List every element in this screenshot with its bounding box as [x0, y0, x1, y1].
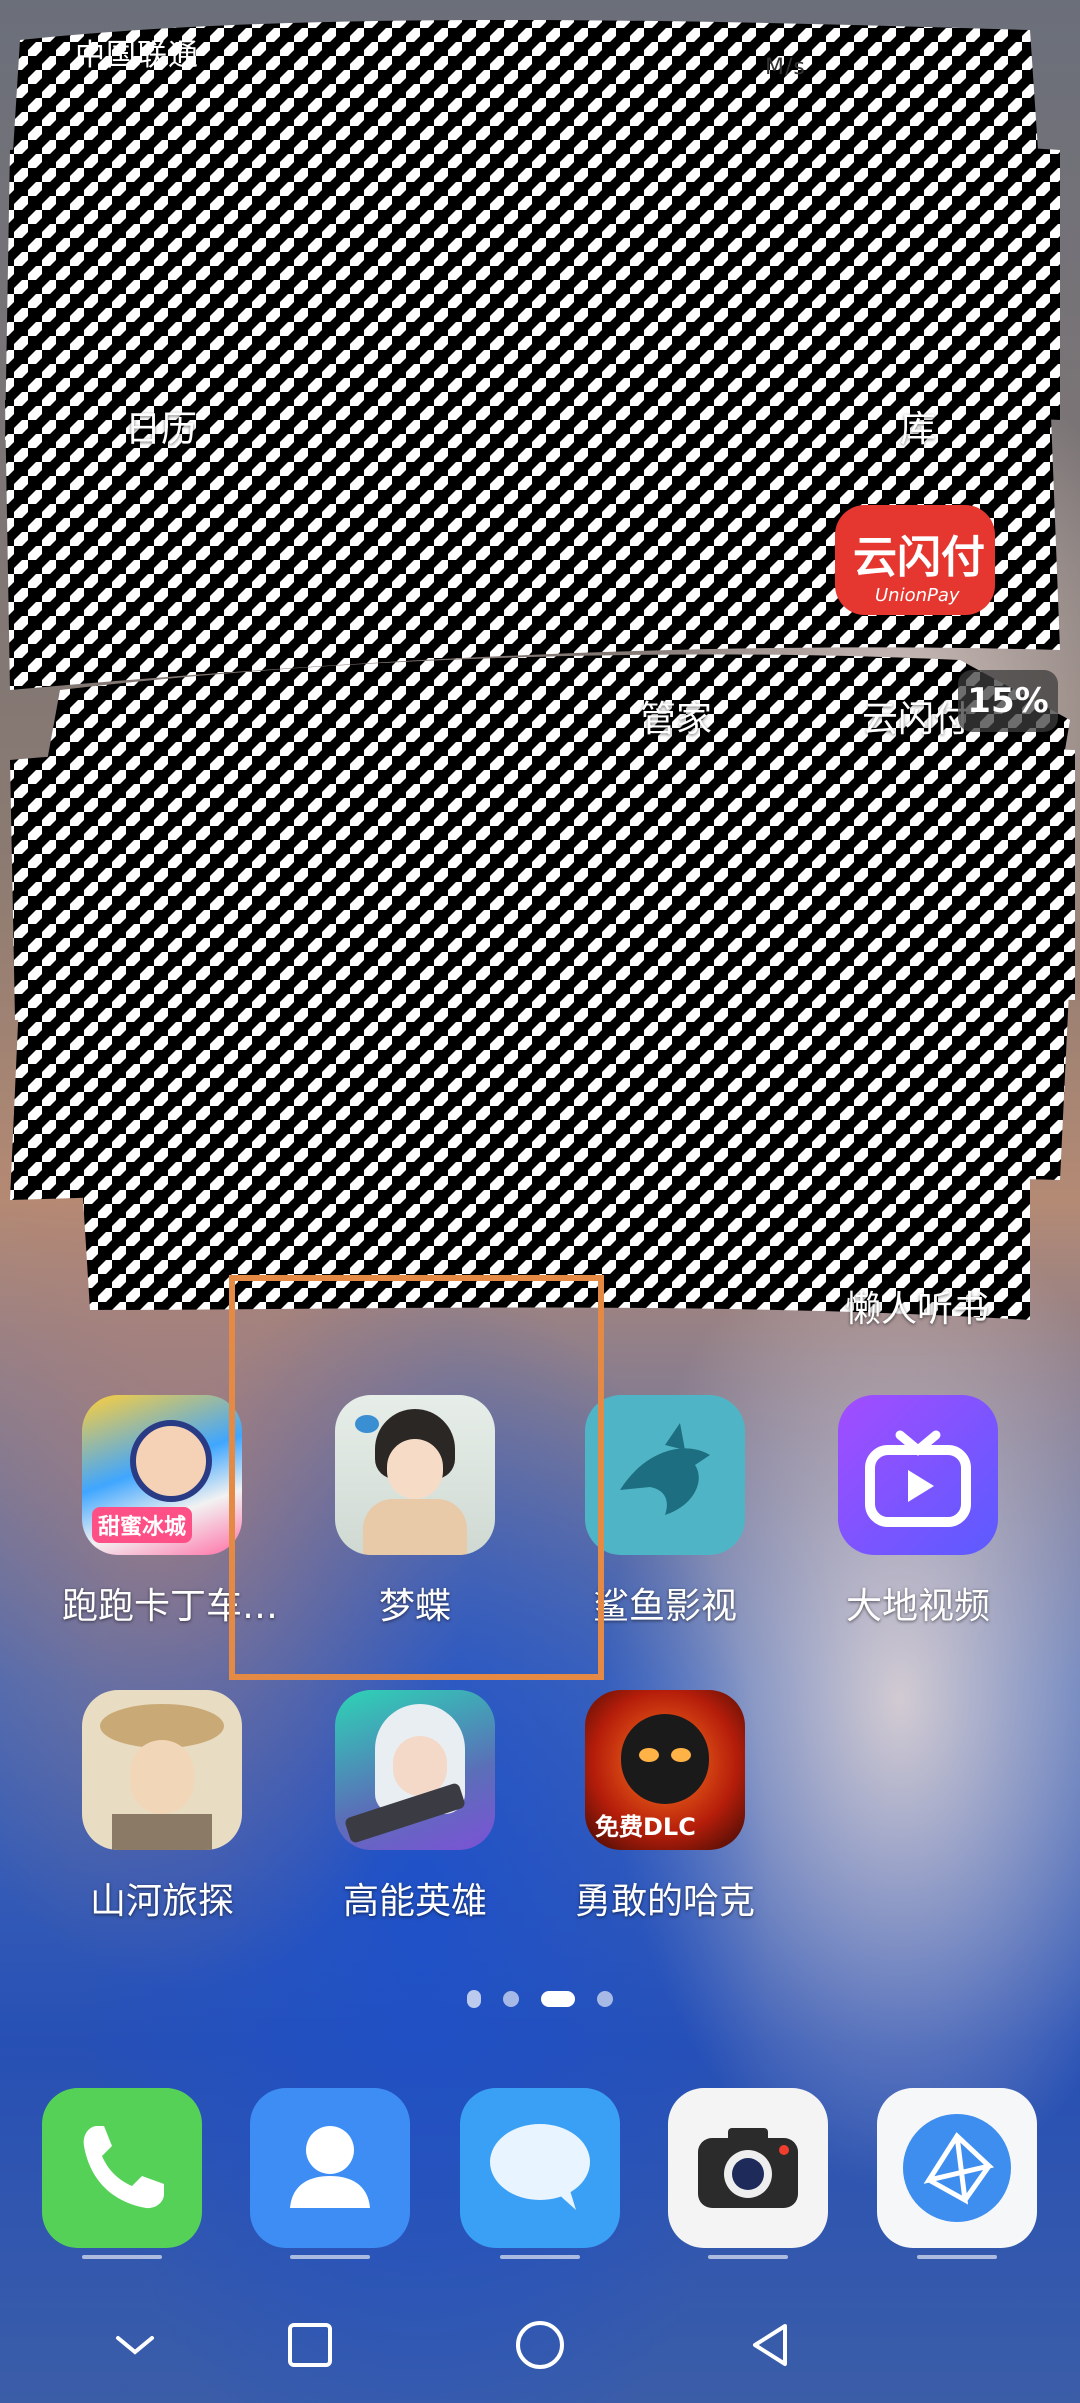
dock-underline	[82, 2255, 162, 2259]
messages-icon	[490, 2124, 590, 2210]
partial-label-lazy-audio: 懒人听书	[845, 1289, 990, 1330]
page-dot-active[interactable]	[541, 1991, 575, 2007]
camera-app[interactable]	[668, 2088, 828, 2248]
unionpay-icon-text: 云闪付	[853, 532, 985, 583]
app-label: 山河旅探	[89, 1881, 234, 1922]
chevron-down-icon	[116, 2336, 154, 2355]
collar	[112, 1814, 212, 1850]
carrier-label: 中国联通	[75, 38, 199, 73]
unionpay-icon-partial[interactable]: 云闪付 UnionPay	[835, 505, 995, 615]
detective-game-icon	[82, 1690, 242, 1850]
search-hint-dot	[467, 1990, 481, 2008]
hero-game-icon	[335, 1690, 495, 1850]
nav-home-button[interactable]	[505, 2310, 575, 2380]
square-icon	[288, 2323, 332, 2367]
dock-underline	[500, 2255, 580, 2259]
partial-label-calendar: 日历	[125, 409, 198, 450]
phone-icon	[83, 2126, 164, 2209]
dock-underline	[708, 2255, 788, 2259]
redaction-scribble	[5, 20, 1075, 1320]
kart-game-icon: 甜蜜冰城	[82, 1395, 242, 1555]
nav-back-button[interactable]	[735, 2310, 805, 2380]
page-dot[interactable]	[503, 1991, 519, 2007]
app-label: 高能英雄	[342, 1881, 487, 1922]
dlc-badge: 免费DLC	[595, 1813, 696, 1841]
unionpay-icon-subtext: UnionPay	[875, 585, 960, 606]
app-dadi-video[interactable]: 大地视频	[818, 1395, 1018, 1629]
brave-hack-icon: 免费DLC	[585, 1690, 745, 1850]
dadi-video-icon	[838, 1395, 998, 1555]
nav-hide-button[interactable]	[100, 2310, 170, 2380]
battery-indicator: 15%	[958, 670, 1058, 732]
page-indicator	[0, 1990, 1080, 2008]
phone-app[interactable]	[42, 2088, 202, 2248]
shark-video-icon	[585, 1395, 745, 1555]
eye-right	[671, 1748, 691, 1762]
app-shanhe[interactable]: 山河旅探	[62, 1690, 262, 1924]
contacts-app[interactable]	[250, 2088, 410, 2248]
app-label: 大地视频	[845, 1586, 990, 1627]
browser-icon	[903, 2114, 1011, 2222]
selection-highlight	[229, 1275, 604, 1680]
shark-glyph	[620, 1423, 710, 1515]
app-label: 勇敢的哈克	[574, 1881, 755, 1922]
kart-character	[130, 1420, 212, 1502]
partial-label-library: 库	[900, 409, 937, 450]
circle-icon	[516, 2321, 564, 2369]
app-gaoneng[interactable]: 高能英雄	[315, 1690, 515, 1924]
face	[130, 1740, 194, 1814]
net-speed-label: M/s	[765, 55, 806, 80]
partial-label-manager: 管家	[640, 699, 713, 740]
dock-underline	[917, 2255, 997, 2259]
kart-badge: 甜蜜冰城	[92, 1507, 193, 1543]
dock-underline	[290, 2255, 370, 2259]
contacts-icon	[290, 2126, 370, 2208]
camera-icon	[698, 2128, 798, 2208]
browser-app[interactable]	[877, 2088, 1037, 2248]
dark-head	[621, 1714, 709, 1804]
eye-left	[639, 1748, 659, 1762]
nav-recents-button[interactable]	[275, 2310, 345, 2380]
app-brave-hack[interactable]: 免费DLC 勇敢的哈克	[565, 1690, 765, 1924]
triangle-back-icon	[753, 2324, 787, 2366]
page-dot[interactable]	[597, 1991, 613, 2007]
partial-label-unionpay: 云闪付	[862, 699, 971, 740]
tv-play-glyph	[865, 1430, 971, 1527]
messages-app[interactable]	[460, 2088, 620, 2248]
